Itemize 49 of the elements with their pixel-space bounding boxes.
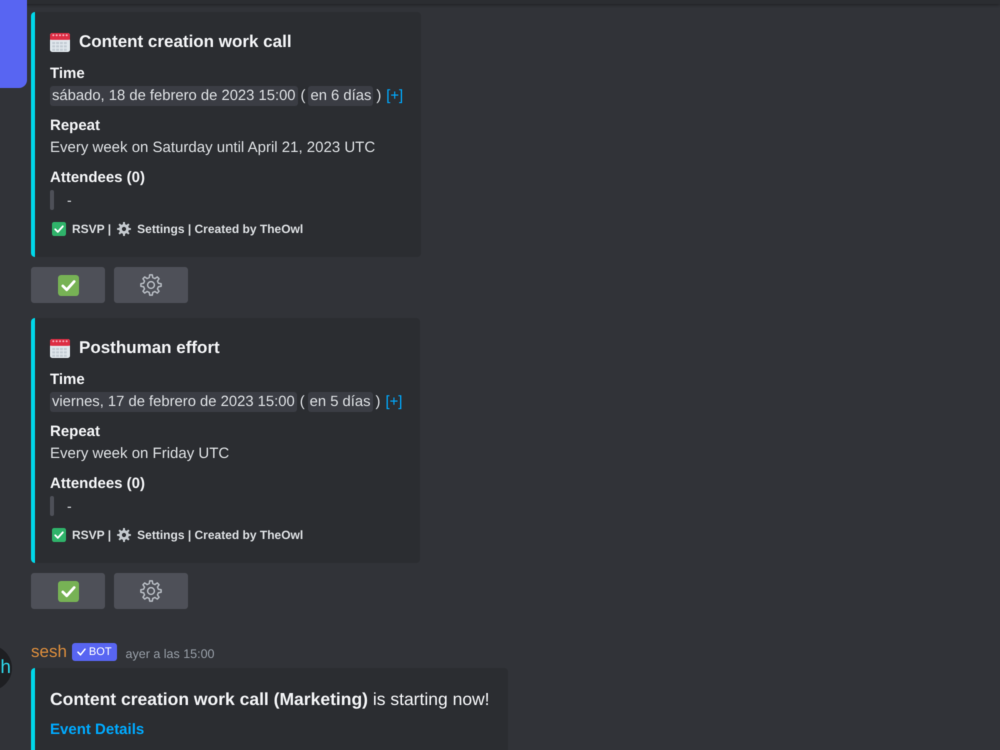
- check-icon: [58, 580, 78, 602]
- gear-icon: [140, 580, 162, 602]
- calendar-icon: [50, 338, 70, 358]
- quote-bar: [50, 190, 54, 210]
- field-label: Attendees (0): [50, 169, 146, 187]
- event-details-link[interactable]: Event Details: [50, 720, 490, 740]
- timestamp-chip: en 6 días: [308, 86, 374, 106]
- event-title: Content creation work call: [79, 31, 292, 53]
- footer-text: RSVP |: [72, 528, 112, 542]
- quote-text: -: [67, 497, 72, 516]
- punctuation-text: (: [300, 87, 306, 106]
- expand-link[interactable]: [+]: [385, 392, 402, 412]
- footer-text: RSVP |: [72, 222, 112, 236]
- calendar-icon: [50, 32, 70, 52]
- timestamp-chip: en 5 días: [308, 392, 373, 412]
- embed-text: Content creation work call (Marketing) is starting now!: [50, 688, 490, 710]
- check-button[interactable]: [31, 573, 105, 609]
- check-icon: [76, 648, 86, 656]
- footer-text: Settings | Created by TheOwl: [137, 222, 304, 236]
- event-title: Posthuman effort: [79, 337, 220, 359]
- quote-text: -: [67, 191, 72, 210]
- badge-label: BOT: [88, 645, 112, 660]
- field-label: Time: [50, 371, 86, 389]
- gear-icon: [140, 274, 162, 296]
- avatar-text: h: [0, 657, 11, 679]
- punctuation-text: (: [300, 393, 305, 412]
- check-icon: [52, 528, 66, 542]
- field-value: Every week on Saturday until April 21, 2023 UTC: [50, 138, 376, 158]
- expand-link[interactable]: [+]: [386, 86, 404, 106]
- punctuation-text: ): [376, 393, 380, 412]
- timestamp-chip: viernes, 17 de febrero de 2023 15:00: [50, 392, 297, 412]
- settings-button[interactable]: [114, 267, 188, 303]
- settings-button[interactable]: [114, 573, 188, 609]
- field-label: Repeat: [50, 423, 102, 441]
- quote-bar: [50, 496, 54, 516]
- check-button[interactable]: [31, 267, 105, 303]
- timestamp: ayer a las 15:00: [126, 646, 214, 663]
- field-value: Every week on Friday UTC: [50, 444, 230, 464]
- author-name[interactable]: sesh: [31, 641, 67, 663]
- field-label: Time: [50, 65, 86, 83]
- check-icon: [52, 222, 66, 236]
- timestamp-chip: sábado, 18 de febrero de 2023 15:00: [50, 86, 298, 106]
- gear-icon: [117, 222, 132, 236]
- field-label: Repeat: [50, 117, 102, 135]
- check-icon: [58, 274, 78, 296]
- gear-icon: [117, 528, 132, 542]
- footer-text: Settings | Created by TheOwl: [137, 528, 304, 542]
- punctuation-text: ): [376, 87, 382, 106]
- field-label: Attendees (0): [50, 475, 146, 493]
